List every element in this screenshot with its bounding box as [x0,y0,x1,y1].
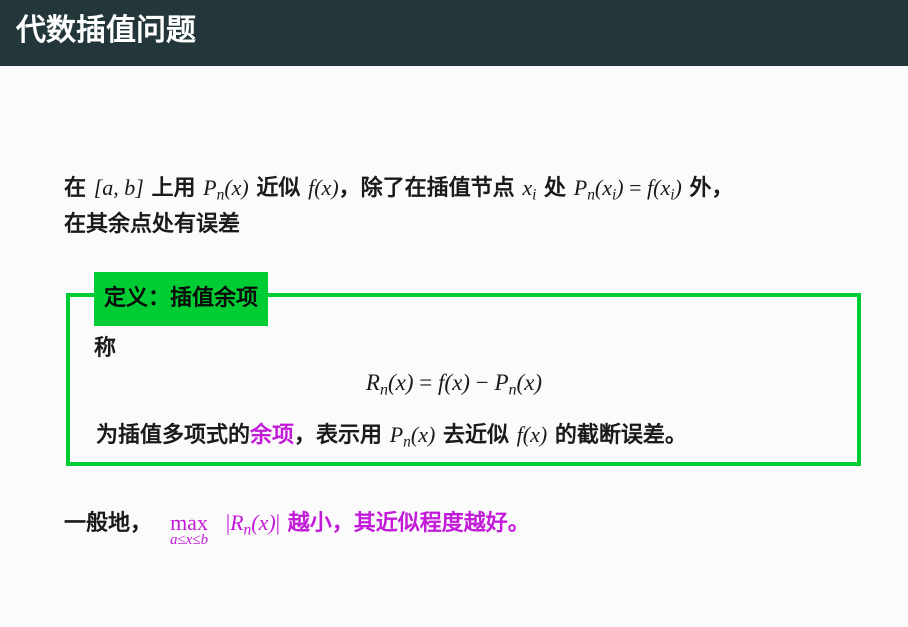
conclusion-lead: 一般地， [64,511,153,536]
definition-text-1: 为插值多项式的 [96,423,251,448]
conclusion-rest: 越小，其近似程度越好。 [287,511,530,536]
fx-symbol-2: f(x) [516,422,548,447]
interpolation-condition: Pn(xi) = f(xi) [573,175,682,204]
pn-symbol: Pn(x) [203,175,249,204]
definition-text: 为插值多项式的余项，表示用 Pn(x) 去近似 f(x) 的截断误差。 [96,420,846,451]
definition-text-2: ，表示用 [294,423,383,448]
definition-title: 定义：插值余项 [94,272,269,326]
definition-text-3: 去近似 [442,423,509,448]
fx-symbol: f(x) [308,175,339,200]
slide-title: 代数插值问题 [16,13,196,48]
remainder-term-highlight: 余项 [250,423,295,448]
pn-symbol-2: Pn(x) [389,422,436,451]
intro-text-1: 在 [64,176,87,201]
intro-text-6: 外， [689,176,734,201]
definition-lead: 称 [94,336,117,361]
conclusion-highlight: |Rn(x)| 越小，其近似程度越好。 [225,510,530,539]
intro-text-2: 上用 [151,176,196,201]
intro-paragraph: 在 [a, b] 上用 Pn(x) 近似 f(x)，除了在插值节点 xi 处 P… [64,170,864,243]
interval: [a, b] [93,175,144,200]
remainder-formula: Rn(x) = f(x) − Pn(x) [365,370,543,399]
xi-symbol: xi [522,175,537,204]
max-operator: max a≤x≤b [160,506,218,548]
definition-text-4: 的截断误差。 [554,423,687,448]
intro-text-3: 近似 [256,176,301,201]
intro-text-4: ，除了在插值节点 [338,176,515,201]
intro-text-5: 处 [544,176,567,201]
max-range: a≤x≤b [169,532,209,548]
intro-line-2: 在其余点处有误差 [64,212,241,237]
conclusion-paragraph: 一般地， max a≤x≤b |Rn(x)| 越小，其近似程度越好。 [64,506,864,548]
slide-header: 代数插值问题 [0,0,908,66]
